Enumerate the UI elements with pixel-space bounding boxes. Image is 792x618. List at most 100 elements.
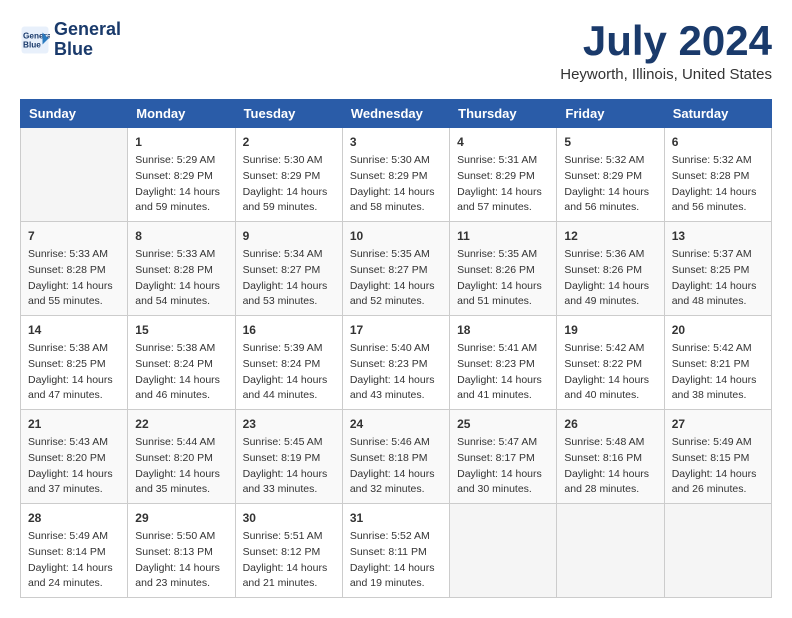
calendar-cell: 12Sunrise: 5:36 AMSunset: 8:26 PMDayligh…	[557, 222, 664, 316]
day-number: 16	[243, 321, 335, 339]
day-number: 20	[672, 321, 764, 339]
day-number: 22	[135, 415, 227, 433]
weekday-header: Friday	[557, 100, 664, 128]
day-content: Sunrise: 5:41 AMSunset: 8:23 PMDaylight:…	[457, 341, 549, 404]
day-content: Sunrise: 5:34 AMSunset: 8:27 PMDaylight:…	[243, 247, 335, 310]
day-number: 26	[564, 415, 656, 433]
calendar-cell: 19 Sunrise: 5:42 AMSunset: 8:22 PMDayligh…	[557, 316, 664, 410]
day-content: Sunrise: 5:33 AMSunset: 8:28 PMDaylight:…	[135, 247, 227, 310]
day-content: Sunrise: 5:32 AMSunset: 8:28 PMDaylight:…	[672, 153, 764, 216]
calendar-cell: 29 Sunrise: 5:50 AMSunset: 8:13 PMDayligh…	[128, 504, 235, 598]
calendar-cell: 10Sunrise: 5:35 AMSunset: 8:27 PMDayligh…	[342, 222, 449, 316]
day-number: 12	[564, 227, 656, 245]
calendar-cell: 28 Sunrise: 5:49 AMSunset: 8:14 PMDayligh…	[21, 504, 128, 598]
day-number: 25	[457, 415, 549, 433]
day-number: 5	[564, 133, 656, 151]
page-header: General Blue General Blue July 2024 Heyw…	[20, 20, 772, 83]
day-number: 14	[28, 321, 120, 339]
calendar-table: SundayMondayTuesdayWednesdayThursdayFrid…	[20, 99, 772, 598]
day-number: 11	[457, 227, 549, 245]
weekday-header: Tuesday	[235, 100, 342, 128]
calendar-week-row: 1 Sunrise: 5:29 AMSunset: 8:29 PMDaylight…	[21, 128, 772, 222]
calendar-cell: 26Sunrise: 5:48 AMSunset: 8:16 PMDayligh…	[557, 410, 664, 504]
day-number: 7	[28, 227, 120, 245]
calendar-cell: 2 Sunrise: 5:30 AMSunset: 8:29 PMDaylight…	[235, 128, 342, 222]
day-number: 15	[135, 321, 227, 339]
calendar-cell: 14 Sunrise: 5:38 AMSunset: 8:25 PMDayligh…	[21, 316, 128, 410]
calendar-cell: 24 Sunrise: 5:46 AMSunset: 8:18 PMDayligh…	[342, 410, 449, 504]
day-content: Sunrise: 5:30 AMSunset: 8:29 PMDaylight:…	[350, 153, 442, 216]
day-content: Sunrise: 5:29 AMSunset: 8:29 PMDaylight:…	[135, 153, 227, 216]
calendar-cell: 11 Sunrise: 5:35 AMSunset: 8:26 PMDayligh…	[450, 222, 557, 316]
weekday-header: Saturday	[664, 100, 771, 128]
day-content: Sunrise: 5:42 AMSunset: 8:22 PMDaylight:…	[564, 341, 656, 404]
calendar-cell: 4 Sunrise: 5:31 AMSunset: 8:29 PMDaylight…	[450, 128, 557, 222]
calendar-cell: 22 Sunrise: 5:44 AMSunset: 8:20 PMDayligh…	[128, 410, 235, 504]
title-block: July 2024 Heyworth, Illinois, United Sta…	[560, 20, 772, 83]
day-number: 9	[243, 227, 335, 245]
day-content: Sunrise: 5:42 AMSunset: 8:21 PMDaylight:…	[672, 341, 764, 404]
day-number: 21	[28, 415, 120, 433]
weekday-header-row: SundayMondayTuesdayWednesdayThursdayFrid…	[21, 100, 772, 128]
day-content: Sunrise: 5:43 AMSunset: 8:20 PMDaylight:…	[28, 435, 120, 498]
calendar-week-row: 28 Sunrise: 5:49 AMSunset: 8:14 PMDayligh…	[21, 504, 772, 598]
day-number: 31	[350, 509, 442, 527]
day-content: Sunrise: 5:47 AMSunset: 8:17 PMDaylight:…	[457, 435, 549, 498]
calendar-cell: 16 Sunrise: 5:39 AMSunset: 8:24 PMDayligh…	[235, 316, 342, 410]
location: Heyworth, Illinois, United States	[560, 66, 772, 83]
calendar-cell: 13Sunrise: 5:37 AMSunset: 8:25 PMDayligh…	[664, 222, 771, 316]
day-content: Sunrise: 5:49 AMSunset: 8:15 PMDaylight:…	[672, 435, 764, 498]
calendar-cell: 7 Sunrise: 5:33 AMSunset: 8:28 PMDaylight…	[21, 222, 128, 316]
svg-text:Blue: Blue	[23, 40, 41, 49]
calendar-cell	[664, 504, 771, 598]
day-content: Sunrise: 5:39 AMSunset: 8:24 PMDaylight:…	[243, 341, 335, 404]
day-number: 27	[672, 415, 764, 433]
calendar-cell: 25 Sunrise: 5:47 AMSunset: 8:17 PMDayligh…	[450, 410, 557, 504]
logo-icon: General Blue	[20, 25, 50, 55]
day-number: 4	[457, 133, 549, 151]
day-content: Sunrise: 5:46 AMSunset: 8:18 PMDaylight:…	[350, 435, 442, 498]
calendar-cell: 30Sunrise: 5:51 AMSunset: 8:12 PMDayligh…	[235, 504, 342, 598]
logo: General Blue General Blue	[20, 20, 121, 60]
day-number: 2	[243, 133, 335, 151]
day-content: Sunrise: 5:38 AMSunset: 8:24 PMDaylight:…	[135, 341, 227, 404]
day-content: Sunrise: 5:40 AMSunset: 8:23 PMDaylight:…	[350, 341, 442, 404]
day-number: 24	[350, 415, 442, 433]
day-content: Sunrise: 5:35 AMSunset: 8:26 PMDaylight:…	[457, 247, 549, 310]
calendar-cell: 20 Sunrise: 5:42 AMSunset: 8:21 PMDayligh…	[664, 316, 771, 410]
day-number: 19	[564, 321, 656, 339]
day-number: 10	[350, 227, 442, 245]
calendar-cell: 1 Sunrise: 5:29 AMSunset: 8:29 PMDaylight…	[128, 128, 235, 222]
weekday-header: Thursday	[450, 100, 557, 128]
day-content: Sunrise: 5:52 AMSunset: 8:11 PMDaylight:…	[350, 529, 442, 592]
day-content: Sunrise: 5:50 AMSunset: 8:13 PMDaylight:…	[135, 529, 227, 592]
day-number: 13	[672, 227, 764, 245]
day-number: 23	[243, 415, 335, 433]
day-number: 1	[135, 133, 227, 151]
day-content: Sunrise: 5:38 AMSunset: 8:25 PMDaylight:…	[28, 341, 120, 404]
calendar-cell: 15 Sunrise: 5:38 AMSunset: 8:24 PMDayligh…	[128, 316, 235, 410]
calendar-cell	[557, 504, 664, 598]
day-content: Sunrise: 5:30 AMSunset: 8:29 PMDaylight:…	[243, 153, 335, 216]
day-number: 29	[135, 509, 227, 527]
calendar-week-row: 14 Sunrise: 5:38 AMSunset: 8:25 PMDayligh…	[21, 316, 772, 410]
day-number: 6	[672, 133, 764, 151]
calendar-cell: 21 Sunrise: 5:43 AMSunset: 8:20 PMDayligh…	[21, 410, 128, 504]
day-content: Sunrise: 5:44 AMSunset: 8:20 PMDaylight:…	[135, 435, 227, 498]
day-number: 18	[457, 321, 549, 339]
day-number: 28	[28, 509, 120, 527]
calendar-cell: 5Sunrise: 5:32 AMSunset: 8:29 PMDaylight…	[557, 128, 664, 222]
day-content: Sunrise: 5:33 AMSunset: 8:28 PMDaylight:…	[28, 247, 120, 310]
calendar-cell: 31 Sunrise: 5:52 AMSunset: 8:11 PMDayligh…	[342, 504, 449, 598]
calendar-cell: 3Sunrise: 5:30 AMSunset: 8:29 PMDaylight…	[342, 128, 449, 222]
weekday-header: Sunday	[21, 100, 128, 128]
calendar-cell: 23Sunrise: 5:45 AMSunset: 8:19 PMDayligh…	[235, 410, 342, 504]
day-content: Sunrise: 5:49 AMSunset: 8:14 PMDaylight:…	[28, 529, 120, 592]
calendar-cell	[21, 128, 128, 222]
weekday-header: Monday	[128, 100, 235, 128]
day-content: Sunrise: 5:31 AMSunset: 8:29 PMDaylight:…	[457, 153, 549, 216]
calendar-week-row: 7 Sunrise: 5:33 AMSunset: 8:28 PMDaylight…	[21, 222, 772, 316]
day-content: Sunrise: 5:51 AMSunset: 8:12 PMDaylight:…	[243, 529, 335, 592]
calendar-cell: 27 Sunrise: 5:49 AMSunset: 8:15 PMDayligh…	[664, 410, 771, 504]
logo-text: General Blue	[54, 20, 121, 60]
